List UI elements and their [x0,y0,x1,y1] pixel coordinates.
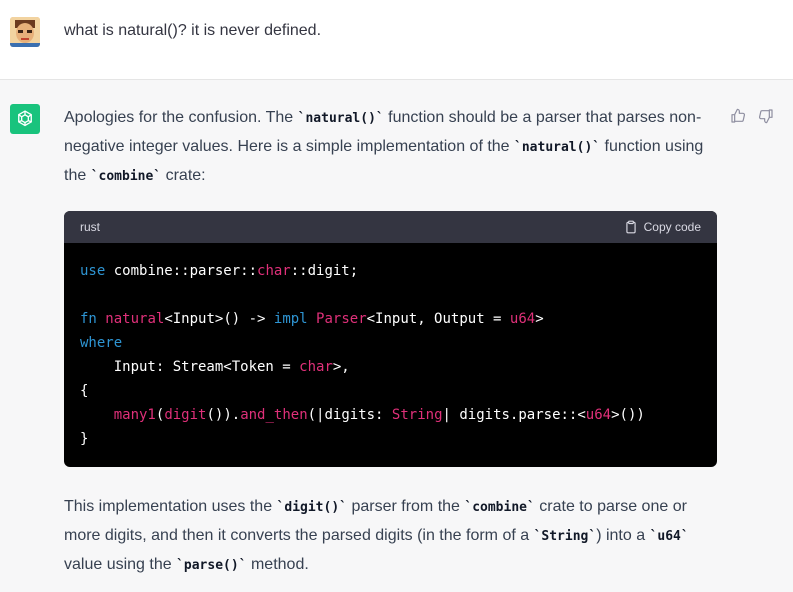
code-block-header: rust Copy code [64,211,717,243]
code-token: u64 [585,407,612,423]
assistant-paragraph-2: This implementation uses the `digit()` p… [64,493,717,580]
copy-code-label: Copy code [643,220,701,234]
assistant-avatar [10,104,40,134]
code-line: } [80,427,701,451]
inline-code-combine-2: `combine` [464,500,535,515]
code-line: Input: Stream<Token = char>, [80,355,701,379]
code-token: ()). [206,407,241,423]
inline-code-natural-2: `natural()` [514,140,601,155]
code-token: >, [332,359,350,375]
code-token: and_then [240,407,308,423]
para2-text-1: This implementation uses the [64,498,277,515]
code-line: many1(digit()).and_then(|digits: String|… [80,403,701,427]
thumbs-up-icon [731,108,746,123]
code-token: { [80,383,89,399]
code-token: Input: Stream<Token = [80,359,300,375]
user-avatar [10,17,40,47]
code-token: String [391,407,443,423]
clipboard-icon [625,220,636,234]
para1-text-4: crate: [161,167,206,184]
code-line: where [80,331,701,355]
code-token: >()) [611,407,645,423]
thumbs-down-button[interactable] [757,107,775,125]
code-token: | digits.parse::< [442,407,586,423]
assistant-paragraph-1: Apologies for the confusion. The `natura… [64,104,717,191]
code-token: natural [105,311,165,327]
code-token: fn [80,311,97,327]
code-language-label: rust [80,220,101,234]
code-token: combine::parser:: [105,263,258,279]
user-message-text: what is natural()? it is never defined. [64,22,322,39]
code-token: use [80,263,106,279]
code-token: } [80,431,89,447]
inline-code-parse: `parse()` [176,558,247,573]
inline-code-digit: `digit()` [276,500,347,515]
thumbs-down-icon [758,109,773,124]
code-line: use combine::parser::char::digit; [80,259,701,283]
code-block: rust Copy code use combine::parser::char… [64,211,717,467]
code-content: use combine::parser::char::digit; fn nat… [64,243,717,467]
code-token: u64 [509,311,536,327]
inline-code-u64: `u64` [649,529,689,544]
openai-logo-icon [18,110,32,127]
user-avatar-icon [10,17,40,47]
para2-text-4: ) into a [596,527,650,544]
code-token: <Input, Output = [366,311,510,327]
code-token: char [257,263,291,279]
para2-text-2: parser from the [347,498,465,515]
code-token: impl [273,311,308,327]
inline-code-natural: `natural()` [297,111,384,126]
inline-code-combine: `combine` [90,169,162,184]
inline-code-string: `String` [533,529,597,544]
assistant-message-row: Apologies for the confusion. The `natura… [0,80,793,592]
para2-text-5: value using the [64,556,177,573]
code-token: char [299,359,333,375]
thumbs-up-button[interactable] [729,107,747,125]
assistant-message-content: Apologies for the confusion. The `natura… [64,104,717,580]
code-token: Parser [316,311,367,327]
code-token: (|digits: [307,407,392,423]
code-token: where [80,335,123,351]
code-token: > [535,311,544,327]
code-token: ::digit; [290,263,359,279]
code-token: many1 [113,407,156,423]
para2-text-6: method. [246,556,309,573]
feedback-actions [729,107,775,125]
code-line: fn natural<Input>() -> impl Parser<Input… [80,307,701,331]
copy-code-button[interactable]: Copy code [624,213,701,241]
code-token: digit [164,407,207,423]
code-line: { [80,379,701,403]
user-message-row: what is natural()? it is never defined. [0,0,793,80]
code-token: <Input>() -> [164,311,274,327]
para1-text-1: Apologies for the confusion. The [64,109,298,126]
